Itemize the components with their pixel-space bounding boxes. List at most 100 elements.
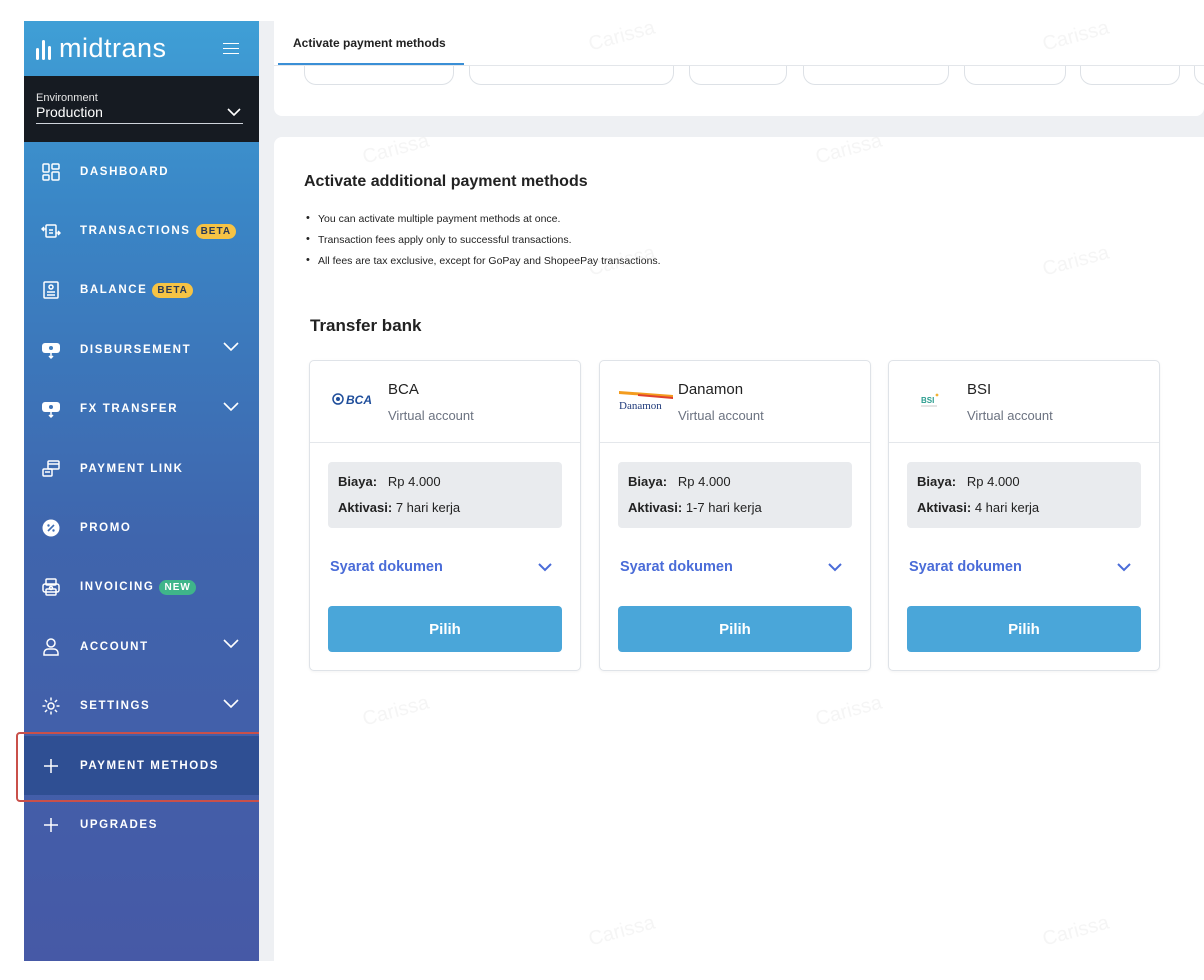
tab-active-indicator bbox=[278, 63, 464, 65]
info-item: You can activate multiple payment method… bbox=[304, 212, 661, 234]
sidebar-item-label: PROMO bbox=[80, 522, 132, 535]
tab-bar: Activate payment methods bbox=[274, 21, 1204, 66]
chevron-down-icon[interactable] bbox=[828, 563, 842, 572]
bank-name: Danamon bbox=[678, 381, 744, 398]
sidebar-item-label: TRANSACTIONS bbox=[80, 225, 191, 238]
bank-card-bca: BCA BCA Virtual account Biaya: Rp 4.000 … bbox=[309, 360, 581, 671]
bank-name: BCA bbox=[388, 381, 419, 398]
bsi-logo-text: BSI bbox=[921, 396, 934, 405]
sidebar-item-payment-link[interactable]: PAYMENT LINK bbox=[24, 439, 259, 498]
gear-icon bbox=[40, 695, 62, 717]
filter-pill[interactable] bbox=[803, 66, 949, 85]
syarat-dokumen-toggle[interactable]: Syarat dokumen bbox=[620, 559, 733, 575]
chevron-down-icon bbox=[223, 639, 239, 649]
tabs-card: Activate payment methods bbox=[274, 21, 1204, 116]
danamon-logo-icon: Danamon bbox=[618, 389, 674, 413]
filter-pill[interactable] bbox=[964, 66, 1066, 85]
page-title: Activate additional payment methods bbox=[304, 173, 588, 190]
filter-pill[interactable] bbox=[1080, 66, 1180, 85]
sidebar-item-label: DASHBOARD bbox=[80, 165, 170, 178]
payment-methods-highlight bbox=[16, 732, 269, 802]
danamon-logo-text: Danamon bbox=[619, 400, 662, 412]
new-badge: NEW bbox=[159, 579, 196, 595]
disbursement-icon bbox=[40, 339, 62, 361]
sidebar-item-label: BALANCE bbox=[80, 284, 148, 297]
sidebar-item-label: PAYMENT LINK bbox=[80, 462, 184, 475]
transactions-icon bbox=[40, 220, 62, 242]
chevron-down-icon[interactable] bbox=[1117, 563, 1131, 572]
fee-label: Biaya: bbox=[628, 474, 668, 489]
bca-logo-text: BCA bbox=[346, 393, 372, 407]
fee-box: Biaya: Rp 4.000 Aktivasi: 1-7 hari kerja bbox=[618, 462, 852, 528]
chevron-down-icon bbox=[223, 698, 239, 708]
environment-value: Production bbox=[36, 104, 103, 120]
bsi-logo-icon: BSI bbox=[919, 389, 949, 413]
chevron-down-icon[interactable] bbox=[538, 563, 552, 572]
sidebar-item-settings[interactable]: SETTINGS bbox=[24, 677, 259, 736]
sidebar-item-disbursement[interactable]: DISBURSEMENT bbox=[24, 320, 259, 379]
activation-value: 4 hari kerja bbox=[974, 500, 1040, 515]
beta-badge: BETA bbox=[195, 223, 237, 239]
sidebar-item-account[interactable]: ACCOUNT bbox=[24, 617, 259, 676]
payment-methods-card: Activate additional payment methods You … bbox=[274, 137, 1204, 961]
activation-value: 7 hari kerja bbox=[395, 500, 461, 515]
midtrans-logo-icon bbox=[36, 38, 51, 60]
activation-label: Aktivasi: bbox=[628, 500, 683, 515]
environment-label: Environment bbox=[36, 92, 98, 104]
activation-value: 1-7 hari kerja bbox=[685, 500, 762, 515]
balance-icon bbox=[40, 279, 62, 301]
pilih-button[interactable]: Pilih bbox=[618, 606, 852, 652]
fee-box: Biaya: Rp 4.000 Aktivasi: 7 hari kerja bbox=[328, 462, 562, 528]
filter-pill[interactable] bbox=[689, 66, 787, 85]
account-icon bbox=[40, 636, 62, 658]
menu-toggle-icon[interactable] bbox=[223, 42, 239, 56]
bank-type: Virtual account bbox=[388, 408, 474, 423]
sidebar-item-transactions[interactable]: TRANSACTIONS BETA bbox=[24, 201, 259, 260]
tab-activate-payment-methods[interactable]: Activate payment methods bbox=[293, 36, 446, 50]
sidebar-item-dashboard[interactable]: DASHBOARD bbox=[24, 142, 259, 201]
pilih-button[interactable]: Pilih bbox=[328, 606, 562, 652]
sidebar-item-label: DISBURSEMENT bbox=[80, 343, 192, 356]
plus-icon bbox=[40, 814, 62, 836]
section-title: Transfer bank bbox=[310, 316, 422, 335]
sidebar: midtrans Environment Production DASHBOAR… bbox=[24, 21, 259, 961]
filter-pill[interactable] bbox=[1194, 66, 1204, 85]
sidebar-item-invoicing[interactable]: INVOICING NEW bbox=[24, 558, 259, 617]
fee-box: Biaya: Rp 4.000 Aktivasi: 4 hari kerja bbox=[907, 462, 1141, 528]
bank-name: BSI bbox=[967, 381, 992, 398]
fee-value: Rp 4.000 bbox=[677, 474, 731, 489]
environment-selector[interactable]: Environment Production bbox=[24, 76, 259, 142]
sidebar-item-label: ACCOUNT bbox=[80, 640, 149, 653]
filter-pill[interactable] bbox=[469, 66, 674, 85]
bca-logo-icon: BCA bbox=[330, 389, 380, 413]
sidebar-item-balance[interactable]: BALANCE BETA bbox=[24, 261, 259, 320]
sidebar-item-promo[interactable]: PROMO bbox=[24, 498, 259, 557]
promo-icon bbox=[40, 517, 62, 539]
fee-value: Rp 4.000 bbox=[966, 474, 1020, 489]
fx-transfer-icon bbox=[40, 398, 62, 420]
chevron-down-icon bbox=[223, 342, 239, 352]
fee-label: Biaya: bbox=[917, 474, 957, 489]
sidebar-item-upgrades[interactable]: UPGRADES bbox=[24, 795, 259, 854]
fee-label: Biaya: bbox=[338, 474, 378, 489]
sidebar-item-fx-transfer[interactable]: FX TRANSFER bbox=[24, 380, 259, 439]
syarat-dokumen-toggle[interactable]: Syarat dokumen bbox=[330, 559, 443, 575]
bank-card-danamon: Danamon Danamon Virtual account Biaya: R… bbox=[599, 360, 871, 671]
payment-link-icon bbox=[40, 458, 62, 480]
brand-name: midtrans bbox=[59, 33, 167, 63]
filter-pill[interactable] bbox=[304, 66, 454, 85]
sidebar-item-label: FX TRANSFER bbox=[80, 403, 179, 416]
info-list: You can activate multiple payment method… bbox=[304, 212, 661, 276]
info-item: Transaction fees apply only to successfu… bbox=[304, 233, 661, 255]
activation-label: Aktivasi: bbox=[917, 500, 972, 515]
sidebar-item-label: SETTINGS bbox=[80, 700, 151, 713]
main-content: Activate payment methods Activate additi… bbox=[259, 21, 1204, 961]
pilih-button[interactable]: Pilih bbox=[907, 606, 1141, 652]
activation-label: Aktivasi: bbox=[338, 500, 393, 515]
dashboard-icon bbox=[40, 161, 62, 183]
info-item: All fees are tax exclusive, except for G… bbox=[304, 254, 661, 276]
sidebar-item-label: INVOICING bbox=[80, 581, 155, 594]
syarat-dokumen-toggle[interactable]: Syarat dokumen bbox=[909, 559, 1022, 575]
fee-value: Rp 4.000 bbox=[387, 474, 441, 489]
bank-type: Virtual account bbox=[678, 408, 764, 423]
